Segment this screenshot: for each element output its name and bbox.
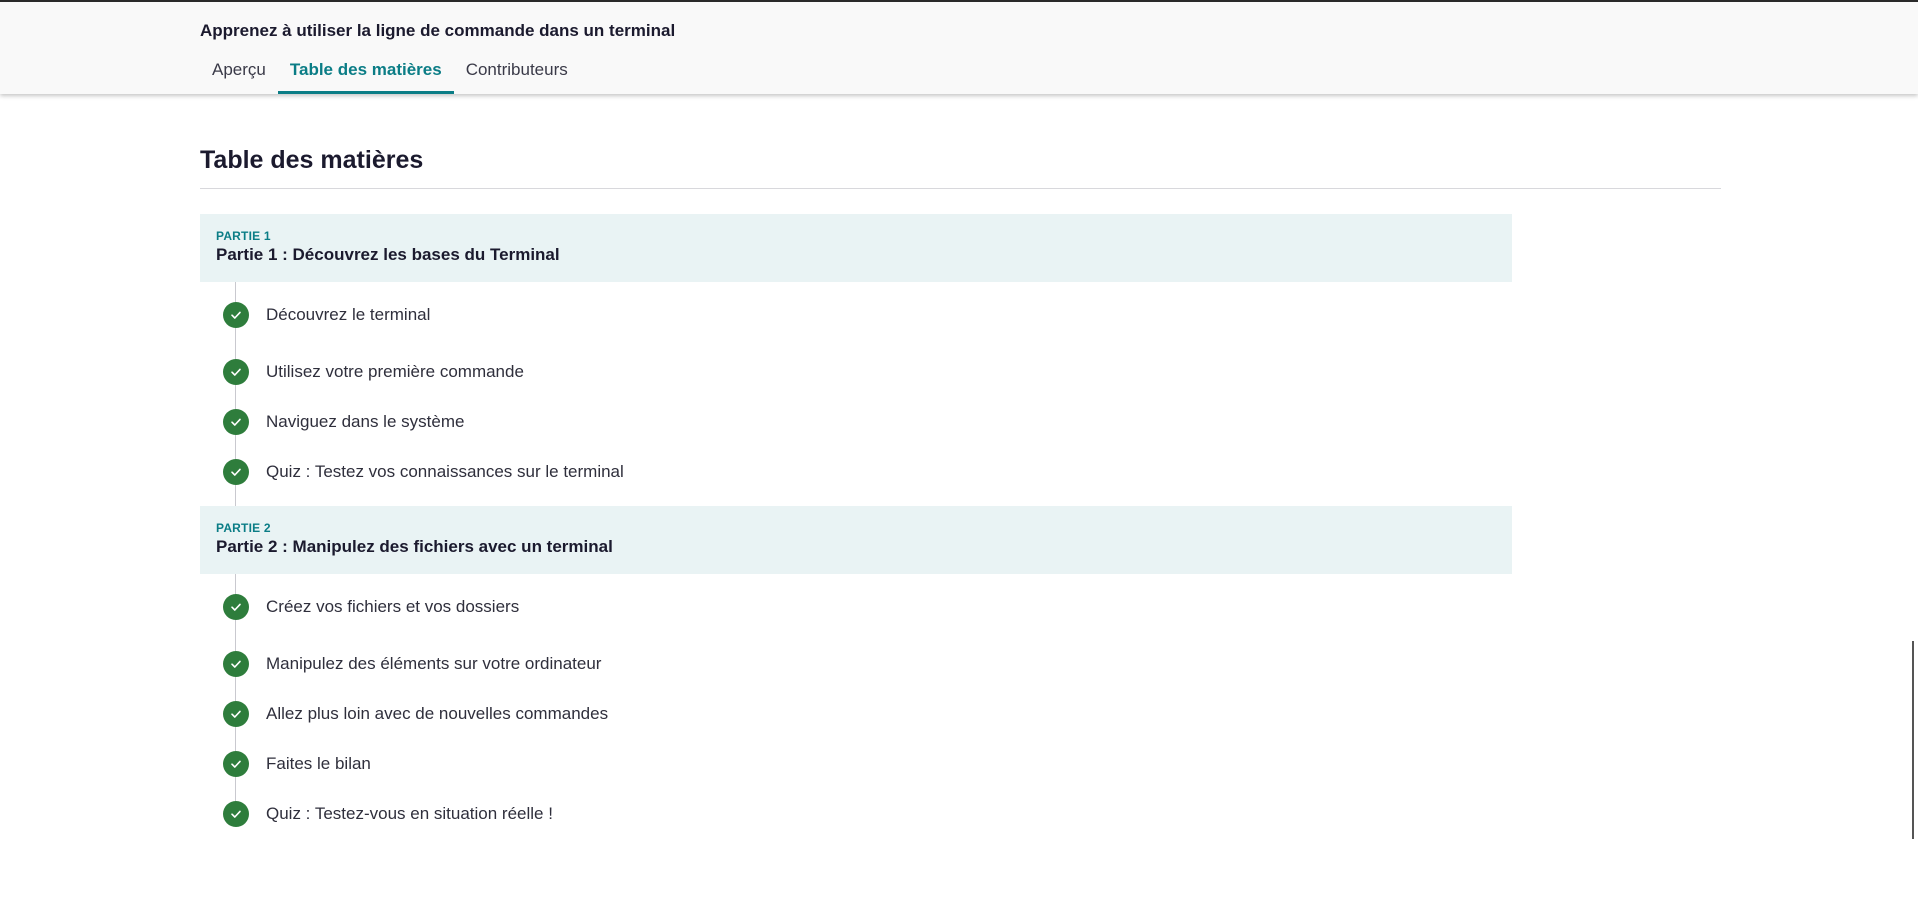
check-circle-icon bbox=[223, 651, 249, 677]
check-circle-icon bbox=[223, 301, 249, 328]
chapter-item[interactable]: Découvrez le terminal bbox=[200, 282, 1512, 347]
chapter-item[interactable]: Faites le bilan bbox=[200, 739, 1512, 789]
chapter-list: Découvrez le terminal Utilisez votre pre… bbox=[200, 282, 1512, 507]
chapter-item[interactable]: Créez vos fichiers et vos dossiers bbox=[200, 574, 1512, 639]
check-circle-icon bbox=[223, 459, 249, 485]
course-tabs: Aperçu Table des matières Contributeurs bbox=[200, 54, 580, 94]
tab-table-des-matieres[interactable]: Table des matières bbox=[277, 54, 454, 94]
part-header[interactable]: PARTIE 2 Partie 2 : Manipulez des fichie… bbox=[200, 506, 1512, 574]
part-title: Partie 2 : Manipulez des fichiers avec u… bbox=[216, 537, 613, 556]
page-title: Table des matières bbox=[200, 146, 424, 174]
check-circle-icon bbox=[223, 593, 249, 620]
chapter-item[interactable]: Quiz : Testez-vous en situation réelle ! bbox=[200, 789, 1512, 839]
chapter-label: Faites le bilan bbox=[266, 754, 371, 773]
chapter-label: Créez vos fichiers et vos dossiers bbox=[266, 596, 520, 616]
chapter-label: Manipulez des éléments sur votre ordinat… bbox=[266, 654, 602, 673]
chapter-item[interactable]: Allez plus loin avec de nouvelles comman… bbox=[200, 689, 1512, 739]
chapter-label: Quiz : Testez-vous en situation réelle ! bbox=[266, 804, 553, 823]
check-circle-icon bbox=[223, 751, 249, 777]
chapter-label: Allez plus loin avec de nouvelles comman… bbox=[266, 704, 609, 723]
chapter-label: Quiz : Testez vos connaissances sur le t… bbox=[266, 462, 624, 481]
check-circle-icon bbox=[223, 801, 249, 827]
chapter-label: Découvrez le terminal bbox=[266, 304, 431, 324]
chapter-item[interactable]: Manipulez des éléments sur votre ordinat… bbox=[200, 639, 1512, 689]
part-header[interactable]: PARTIE 1 Partie 1 : Découvrez les bases … bbox=[200, 214, 1512, 282]
chapter-list: Créez vos fichiers et vos dossiers Manip… bbox=[200, 574, 1512, 834]
chapter-item[interactable]: Utilisez votre première commande bbox=[200, 347, 1512, 397]
chapter-label: Naviguez dans le système bbox=[266, 412, 465, 431]
part-eyebrow: PARTIE 2 bbox=[216, 521, 271, 535]
chapter-item[interactable]: Quiz : Testez vos connaissances sur le t… bbox=[200, 447, 1512, 497]
tab-apercu[interactable]: Aperçu bbox=[200, 54, 278, 94]
title-divider bbox=[200, 188, 1721, 189]
course-header: Apprenez à utiliser la ligne de commande… bbox=[0, 2, 1918, 94]
vertical-scrollbar[interactable] bbox=[1908, 0, 1918, 911]
chapter-item[interactable]: Naviguez dans le système bbox=[200, 397, 1512, 447]
check-circle-icon bbox=[223, 359, 249, 385]
course-title: Apprenez à utiliser la ligne de commande… bbox=[200, 21, 676, 40]
part-eyebrow: PARTIE 1 bbox=[216, 229, 271, 243]
chapter-label: Utilisez votre première commande bbox=[266, 362, 524, 381]
check-circle-icon bbox=[223, 409, 249, 435]
scrollbar-thumb[interactable] bbox=[1912, 641, 1914, 839]
part-2: PARTIE 2 Partie 2 : Manipulez des fichie… bbox=[200, 506, 1512, 834]
part-1: PARTIE 1 Partie 1 : Découvrez les bases … bbox=[200, 214, 1512, 507]
tab-contributeurs[interactable]: Contributeurs bbox=[454, 54, 580, 94]
check-circle-icon bbox=[223, 701, 249, 727]
part-title: Partie 1 : Découvrez les bases du Termin… bbox=[216, 245, 560, 264]
